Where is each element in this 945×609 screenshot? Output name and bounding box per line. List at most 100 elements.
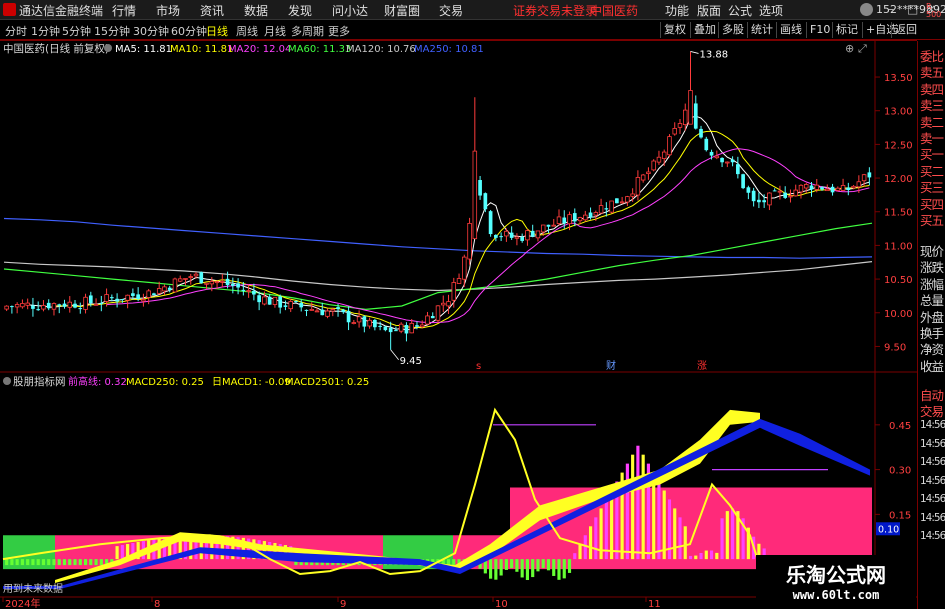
period-tab-7[interactable]: 周线 xyxy=(236,23,258,39)
candle-body xyxy=(257,295,261,303)
price-tick-label-7: 13.00 xyxy=(884,107,913,118)
period-tab-10[interactable]: 更多 xyxy=(328,23,350,39)
indicator-bar xyxy=(541,559,545,569)
candle-body xyxy=(846,187,851,191)
menu-3[interactable]: 数据 xyxy=(244,2,268,19)
marker-s[interactable]: s xyxy=(476,361,481,372)
menu-7[interactable]: 交易 xyxy=(439,2,463,19)
indicator-bar xyxy=(52,559,56,566)
settings-circle-icon[interactable] xyxy=(104,44,112,52)
marker-cai[interactable]: 财 xyxy=(606,359,616,372)
candle-body xyxy=(152,293,156,296)
marker-zhang[interactable]: 涨 xyxy=(697,360,707,372)
tool-button-0[interactable]: 复权 xyxy=(660,22,689,38)
zoom-icon[interactable]: ⊕ xyxy=(845,42,854,55)
menu-2[interactable]: 资讯 xyxy=(200,2,224,19)
period-tab-5[interactable]: 60分钟 xyxy=(171,23,207,39)
sidebar-time-2: 14:56 xyxy=(920,456,945,468)
candle-body xyxy=(415,325,419,327)
indicator-bar xyxy=(452,559,456,566)
login-status[interactable]: 证券交易未登录 xyxy=(513,2,597,19)
sidebar-white-7[interactable]: 收益 xyxy=(920,356,944,375)
candle-body xyxy=(110,297,114,299)
candle-body xyxy=(525,230,530,241)
candle-body xyxy=(572,213,577,222)
candle-body xyxy=(736,164,740,175)
tool-button-5[interactable]: F10 xyxy=(806,22,833,38)
tool-button-4[interactable]: 画线 xyxy=(776,22,805,38)
chart-canvas[interactable]: 中国医药(日线 前复权) MA5: 11.81MA10: 11.81MA20: … xyxy=(0,40,917,609)
window-max-icon[interactable]: □ xyxy=(907,2,918,16)
candle-body xyxy=(661,151,667,159)
indicator-bar xyxy=(583,535,587,560)
tool-button-2[interactable]: 多股 xyxy=(718,22,747,38)
watermark: 乐淘公式网 www.60lt.com xyxy=(756,555,916,609)
indicator-bar xyxy=(510,559,514,569)
period-tab-8[interactable]: 月线 xyxy=(264,23,286,39)
avatar[interactable] xyxy=(860,3,873,16)
candle-body xyxy=(299,302,304,308)
top-menu-3[interactable]: 选项 xyxy=(759,2,783,19)
period-tab-9[interactable]: 多周期 xyxy=(291,23,324,39)
current-stock-name[interactable]: 中国医药 xyxy=(590,2,638,19)
indicator-bar xyxy=(520,559,524,578)
candle-body xyxy=(656,156,662,163)
sidebar-red-10[interactable]: 买五 xyxy=(920,210,944,229)
indicator-bar xyxy=(78,559,82,566)
indicator-bar xyxy=(15,559,19,566)
candle-body xyxy=(294,301,298,303)
indicator-bar xyxy=(20,559,24,566)
indicator-bar xyxy=(120,545,124,560)
top-menu-0[interactable]: 功能 xyxy=(665,2,689,19)
menu-0[interactable]: 行情 xyxy=(112,2,136,19)
candle-body xyxy=(546,224,551,227)
indicator-bar xyxy=(631,454,635,560)
indicator-bar xyxy=(536,559,540,572)
tool-button-1[interactable]: 叠加 xyxy=(690,22,719,38)
candle-body xyxy=(241,289,246,291)
tool-button-6[interactable]: 标记 xyxy=(832,22,861,38)
menu-6[interactable]: 财富圈 xyxy=(384,2,420,19)
quote-sidebar: R 500 委比 卖五 卖四 卖三 卖二 卖一 买一 买二 买三 买四 买五 现价 涨跌 涨幅 总量 外盘 换手净… xyxy=(917,3,945,609)
period-tab-3[interactable]: 15分钟 xyxy=(94,23,130,39)
candle-body xyxy=(640,174,646,181)
top-menu-1[interactable]: 版面 xyxy=(697,2,721,19)
period-tab-4[interactable]: 30分钟 xyxy=(133,23,169,39)
indicator-settings-icon[interactable] xyxy=(3,377,11,385)
corner-label: R 500 xyxy=(926,2,942,19)
expand-icon[interactable]: ⤢ xyxy=(858,42,867,55)
price-tick-label-1: 10.00 xyxy=(884,309,913,320)
sidebar-lower-1[interactable]: 交易 xyxy=(920,401,944,420)
sidebar-time-1: 14:56 xyxy=(920,437,945,450)
candle-body xyxy=(814,184,820,190)
candle-body xyxy=(615,198,619,204)
indicator-bar xyxy=(515,559,519,572)
period-tab-0[interactable]: 分时 xyxy=(5,23,27,39)
window-min-icon[interactable]: – xyxy=(888,2,894,16)
candle-body xyxy=(156,288,162,294)
indicator-legend-1: MACD250: 0.25 xyxy=(126,377,204,388)
menu-4[interactable]: 发现 xyxy=(288,2,312,19)
period-tab-2[interactable]: 5分钟 xyxy=(62,23,91,39)
candle-body xyxy=(31,305,35,309)
candle-body xyxy=(404,324,409,334)
tool-button-8[interactable]: 返回 xyxy=(891,22,920,38)
candle-body xyxy=(10,306,14,308)
period-tab-1[interactable]: 1分钟 xyxy=(31,23,60,39)
candle-body xyxy=(456,278,462,284)
candle-body xyxy=(120,299,125,301)
candle-body xyxy=(36,309,41,311)
menu-1[interactable]: 市场 xyxy=(156,2,180,19)
candle-body xyxy=(204,282,209,285)
tool-button-3[interactable]: 统计 xyxy=(747,22,776,38)
period-tab-6[interactable]: 日线 xyxy=(206,23,228,39)
candle-body xyxy=(562,217,567,224)
top-menu-2[interactable]: 公式 xyxy=(728,2,752,19)
indicator-bar xyxy=(625,463,629,560)
menu-5[interactable]: 问小达 xyxy=(332,2,368,19)
watermark-url: www.60lt.com xyxy=(792,588,880,602)
candle-body xyxy=(314,310,320,313)
candle-body xyxy=(325,310,330,317)
candle-body xyxy=(619,201,625,204)
candle-body xyxy=(373,319,377,328)
